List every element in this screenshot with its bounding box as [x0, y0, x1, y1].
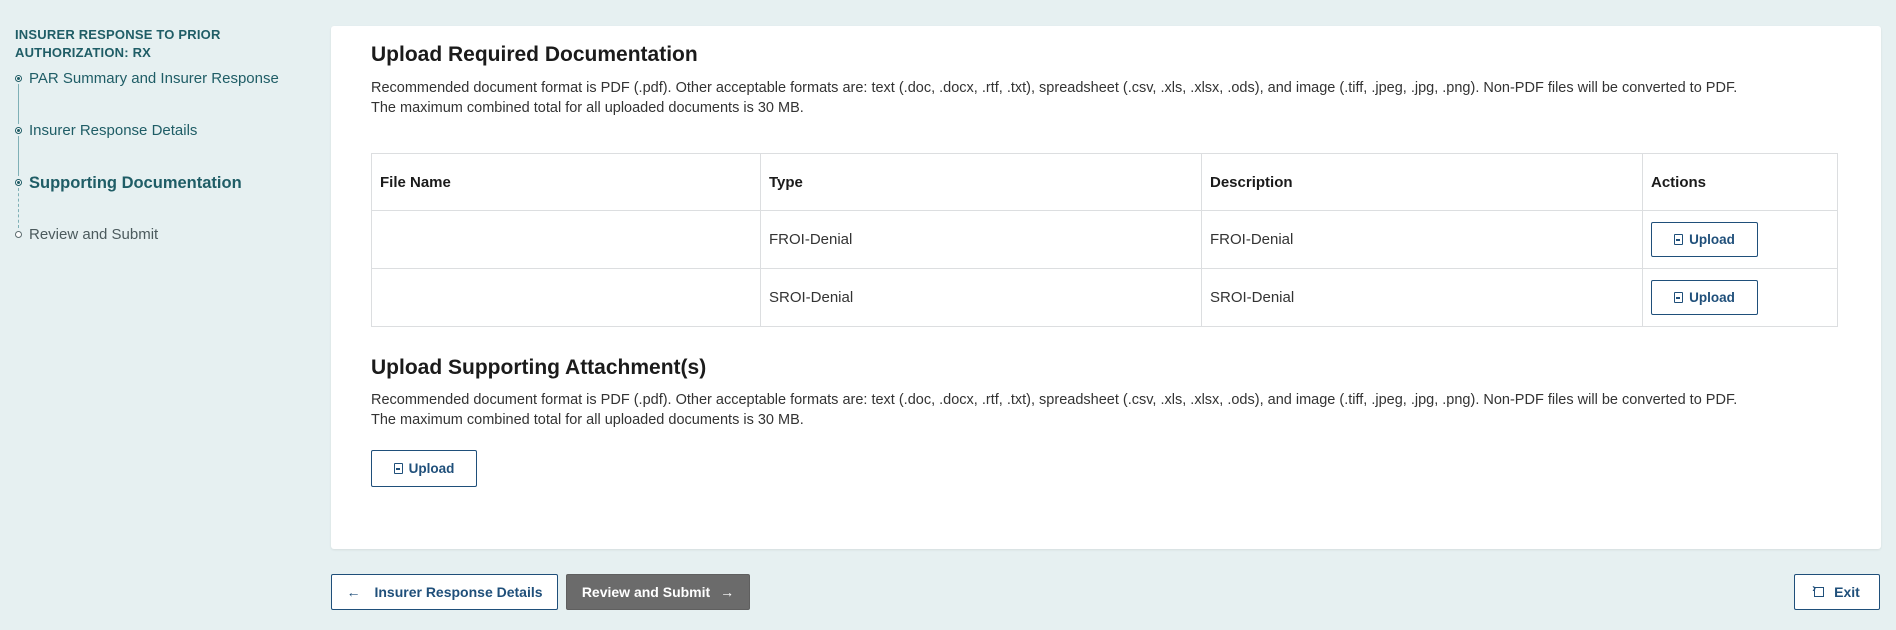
exit-icon: [1812, 581, 1825, 597]
step-label: Insurer Response Details: [29, 122, 198, 139]
arrow-right-icon: →: [720, 584, 735, 600]
step-connector: [18, 136, 19, 176]
file-name-cell: [371, 268, 761, 327]
next-review-and-submit-button[interactable]: Review and Submit →: [566, 574, 750, 610]
button-label: Exit: [1834, 584, 1860, 600]
step-complete-icon: [15, 75, 22, 82]
description-cell: FROI-Denial: [1201, 210, 1643, 269]
column-header: Type: [760, 153, 1202, 211]
step-list: PAR Summary and Insurer Response Insurer…: [15, 70, 315, 278]
step-review-and-submit: Review and Submit: [15, 226, 315, 278]
step-label: Review and Submit: [29, 226, 159, 243]
required-docs-title: Upload Required Documentation: [371, 43, 698, 66]
actions-cell: Upload: [1642, 268, 1838, 327]
required-docs-description: Recommended document format is PDF (.pdf…: [371, 78, 1871, 118]
column-header: Description: [1201, 153, 1643, 211]
column-header: File Name: [371, 153, 761, 211]
button-label: Upload: [408, 461, 455, 476]
table-header-row: File Name Type Description Actions: [371, 153, 1838, 211]
step-supporting-documentation[interactable]: Supporting Documentation: [15, 174, 315, 228]
button-label: Insurer Response Details: [374, 584, 543, 600]
description-cell: SROI-Denial: [1201, 268, 1643, 327]
file-icon: [393, 463, 403, 474]
file-icon: [1674, 234, 1684, 245]
table-row: SROI-Denial SROI-Denial Upload: [371, 268, 1838, 327]
button-label: Review and Submit: [581, 584, 711, 600]
step-connector: [18, 84, 19, 124]
progress-sidebar: INSURER RESPONSE TO PRIOR AUTHORIZATION:…: [15, 26, 315, 278]
description-line: The maximum combined total for all uploa…: [371, 412, 804, 428]
button-label: Upload: [1689, 232, 1735, 247]
file-icon: [1674, 292, 1684, 303]
required-docs-table: File Name Type Description Actions FROI-…: [371, 153, 1838, 327]
upload-froi-button[interactable]: Upload: [1651, 222, 1758, 257]
exit-button[interactable]: Exit: [1794, 574, 1880, 610]
upload-attachment-button[interactable]: Upload: [371, 450, 477, 487]
file-name-cell: [371, 210, 761, 269]
back-insurer-response-details-button[interactable]: ← Insurer Response Details: [331, 574, 558, 610]
step-par-summary[interactable]: PAR Summary and Insurer Response: [15, 70, 315, 124]
type-cell: FROI-Denial: [760, 210, 1202, 269]
sidebar-title: INSURER RESPONSE TO PRIOR AUTHORIZATION:…: [15, 27, 221, 60]
step-label: Supporting Documentation: [29, 174, 242, 192]
upload-sroi-button[interactable]: Upload: [1651, 280, 1758, 315]
actions-cell: Upload: [1642, 210, 1838, 269]
step-current-icon: [15, 179, 22, 186]
description-line: Recommended document format is PDF (.pdf…: [371, 392, 1738, 408]
type-cell: SROI-Denial: [760, 268, 1202, 327]
arrow-left-icon: ←: [346, 584, 361, 600]
description-line: The maximum combined total for all uploa…: [371, 100, 804, 116]
step-insurer-response-details[interactable]: Insurer Response Details: [15, 122, 315, 176]
step-connector: [18, 188, 19, 228]
description-line: Recommended document format is PDF (.pdf…: [371, 80, 1738, 96]
supporting-attachments-title: Upload Supporting Attachment(s): [371, 356, 707, 379]
column-header: Actions: [1642, 153, 1838, 211]
step-pending-icon: [15, 231, 22, 238]
table-row: FROI-Denial FROI-Denial Upload: [371, 210, 1838, 269]
button-label: Upload: [1689, 290, 1735, 305]
step-complete-icon: [15, 127, 22, 134]
supporting-attachments-description: Recommended document format is PDF (.pdf…: [371, 390, 1871, 430]
step-label: PAR Summary and Insurer Response: [29, 70, 279, 87]
main-card: Upload Required Documentation Recommende…: [331, 26, 1881, 549]
